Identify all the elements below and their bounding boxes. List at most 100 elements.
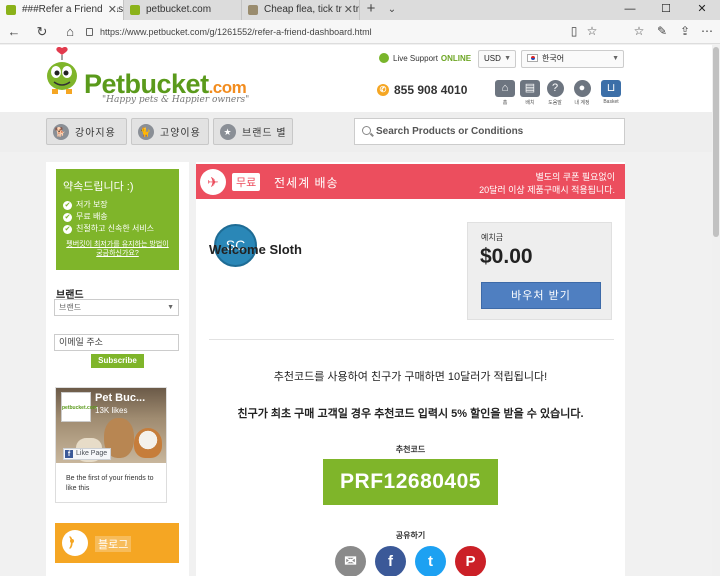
chevron-down-icon: ▼ (504, 55, 511, 62)
header-help-link[interactable]: ? 도움말 (544, 80, 566, 106)
live-support-status[interactable]: Live Support ONLINE (379, 53, 471, 63)
balance-amount: $0.00 (480, 245, 533, 268)
dog-category-button[interactable]: 🐕 강아지용 (46, 118, 127, 145)
search-input[interactable]: Search Products or Conditions (354, 118, 625, 145)
maximize-button[interactable]: ☐ (648, 0, 684, 20)
lock-icon (86, 28, 93, 36)
more-menu-icon[interactable]: ⋯ (698, 24, 716, 38)
support-phone[interactable]: ✆ 855 908 4010 (377, 83, 467, 97)
banner-note-line2: 20달러 이상 제품구매시 적용됩니다. (479, 185, 615, 195)
help-icon: ? (546, 80, 564, 97)
support-agent-icon (379, 53, 389, 63)
divider (209, 339, 614, 340)
brand-category-button[interactable]: ★ 브랜드 별 (213, 118, 293, 145)
dog-category-label: 강아지용 (75, 128, 116, 139)
facebook-friends-note: Be the first of your friends to like thi… (66, 475, 154, 492)
tab-close-icon[interactable]: ✕ (341, 3, 353, 16)
close-window-button[interactable]: ✕ (684, 0, 720, 20)
header-home-link[interactable]: ⌂ 홈 (494, 80, 516, 106)
cat-photo (134, 428, 162, 458)
referral-discount-message: 친구가 최초 구매 고객일 경우 추천코드 입력시 5% 할인을 받을 수 있습… (237, 408, 584, 420)
browser-tab[interactable]: Cheap flea, tick treatments, ✕ (242, 0, 360, 20)
favorite-star-icon[interactable]: ☆ (583, 24, 601, 38)
orders-label: 배치 (525, 100, 535, 106)
referral-code[interactable]: PRF12680405 (323, 459, 498, 505)
user-icon: ● (573, 80, 591, 97)
currency-select[interactable]: USD ▼ (478, 50, 516, 68)
subscribe-button[interactable]: Subscribe (91, 354, 144, 368)
basket-icon: ⊔ (601, 80, 621, 97)
account-label: 내 계정 (574, 100, 590, 106)
korea-flag-icon (527, 54, 538, 62)
facebook-page-title[interactable]: Pet Buc... (95, 392, 145, 404)
get-voucher-button[interactable]: 바우처 받기 (481, 282, 601, 309)
notes-icon[interactable]: ✎ (653, 24, 671, 38)
welcome-message: Welcome Sloth (209, 242, 302, 257)
brand-select[interactable]: 브랜드 ▼ (54, 299, 179, 316)
cat-category-button[interactable]: 🐈 고양이용 (131, 118, 209, 145)
home-label: 홈 (502, 100, 508, 106)
facebook-cover-image[interactable]: petbucket.com Pet Buc... 13K likes f Like… (56, 388, 166, 463)
share-label: 공유하기 (395, 531, 426, 540)
tab-close-icon[interactable]: ✕ (105, 3, 117, 16)
language-value: 한국어 (542, 54, 565, 63)
page-favicon (248, 5, 258, 15)
rss-icon: ) (62, 530, 88, 556)
blog-button[interactable]: ) 블로그 (55, 523, 179, 563)
facebook-page-logo[interactable]: petbucket.com (61, 392, 97, 422)
url-field[interactable]: https://www.petbucket.com/g/1261552/refe… (86, 22, 606, 42)
document-icon: ▤ (520, 80, 540, 97)
header-basket-link[interactable]: ⊔ Basket (600, 80, 622, 105)
header-orders-link[interactable]: ▤ 배치 (519, 80, 541, 106)
pinterest-share-icon[interactable]: P (455, 546, 486, 576)
back-arrow-icon[interactable]: ← (0, 24, 28, 39)
chevron-down-icon: ▼ (167, 304, 174, 311)
minimize-button[interactable]: — (612, 0, 648, 20)
promise-box: 약속드립니다 :) 저가 보장 무료 배송 친절하고 신속한 서비스 펫버킷이 … (56, 169, 179, 270)
header-account-link[interactable]: ● 내 계정 (571, 80, 593, 106)
scrollbar-thumb[interactable] (713, 47, 719, 237)
chevron-down-icon: ▼ (612, 55, 619, 62)
search-placeholder: Search Products or Conditions (376, 126, 524, 137)
tab-list-chevron-icon[interactable]: ⌄ (382, 0, 402, 20)
phone-icon: ✆ (377, 84, 389, 96)
url-text: https://www.petbucket.com/g/1261552/refe… (100, 27, 372, 37)
free-shipping-banner[interactable]: ✈ 무료 전세계 배송 별도의 쿠폰 필요없이 20달러 이상 제품구매시 적용… (196, 164, 625, 199)
petbucket-favicon (6, 5, 16, 15)
language-select[interactable]: 한국어 ▼ (521, 50, 624, 68)
page-scrollbar[interactable] (712, 45, 720, 576)
browser-tab-active[interactable]: ###Refer a Friend Dash ✕ (0, 0, 124, 20)
blog-label: 블로그 (95, 536, 132, 552)
referral-reward-message: 추천코드를 사용하여 친구가 구매하면 10달러가 적립됩니다! (273, 371, 548, 383)
brand-category-label: 브랜드 별 (242, 128, 287, 139)
medal-icon: ★ (220, 123, 236, 140)
basket-label: Basket (603, 99, 619, 105)
airplane-icon: ✈ (200, 169, 226, 195)
lowest-price-link[interactable]: 펫버킷이 최저가를 유지하는 방법이 궁금하신가요? (63, 240, 172, 258)
home-icon: ⌂ (495, 80, 515, 97)
facebook-share-icon[interactable]: f (375, 546, 406, 576)
promise-title: 약속드립니다 :) (63, 181, 134, 193)
browser-tab[interactable]: petbucket.com (124, 0, 242, 20)
reading-view-icon[interactable]: ▯ (565, 24, 583, 38)
search-icon (362, 126, 371, 135)
free-tag: 무료 (232, 173, 261, 191)
help-label: 도움말 (548, 100, 562, 106)
promise-item: 친절하고 신속한 서비스 (63, 223, 172, 235)
balance-card: 예치금 $0.00 바우처 받기 (467, 222, 612, 320)
new-tab-button[interactable]: + (360, 0, 382, 20)
facebook-like-button[interactable]: f Like Page (63, 448, 112, 460)
email-field[interactable]: 이메일 주소 (54, 334, 179, 351)
email-share-icon[interactable]: ✉ (335, 546, 366, 576)
facebook-likes-count: 13K likes (95, 406, 128, 415)
share-icon[interactable]: ⇪ (676, 24, 694, 38)
logo-tagline: "Happy pets & Happier owners" (102, 95, 250, 105)
promise-item: 저가 보장 (63, 199, 172, 211)
petbucket-mascot-icon (47, 46, 77, 94)
twitter-share-icon[interactable]: t (415, 546, 446, 576)
favorites-hub-icon[interactable]: ☆ (630, 24, 648, 38)
home-icon[interactable]: ⌂ (56, 24, 84, 39)
banner-note-line1: 별도의 쿠폰 필요없이 (535, 172, 615, 182)
refresh-icon[interactable]: ↻ (28, 24, 56, 40)
facebook-page-widget: petbucket.com Pet Buc... 13K likes f Like… (55, 387, 167, 503)
